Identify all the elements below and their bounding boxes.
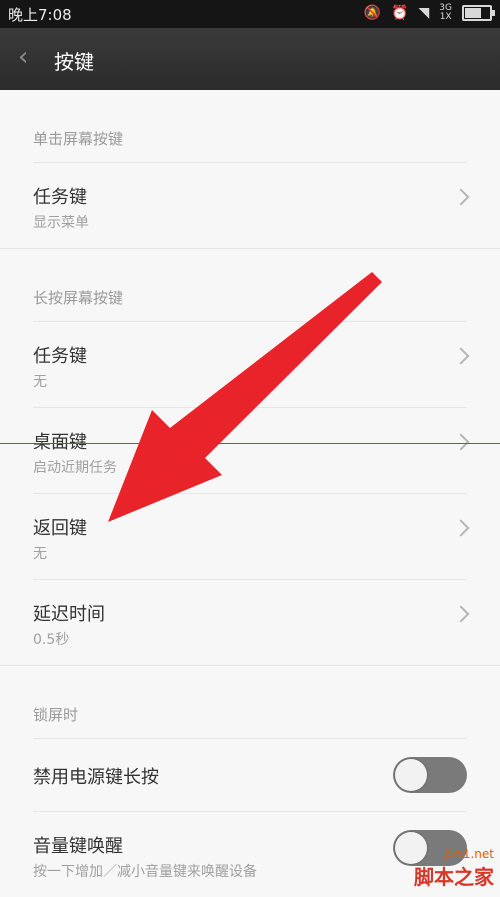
watermark: jb51.net 脚本之家 [414,847,494,890]
red-arrow-annotation [108,272,382,522]
watermark-domain: jb51.net [444,847,494,861]
watermark-brand: 脚本之家 [414,865,494,889]
arrow-shape [108,272,382,522]
